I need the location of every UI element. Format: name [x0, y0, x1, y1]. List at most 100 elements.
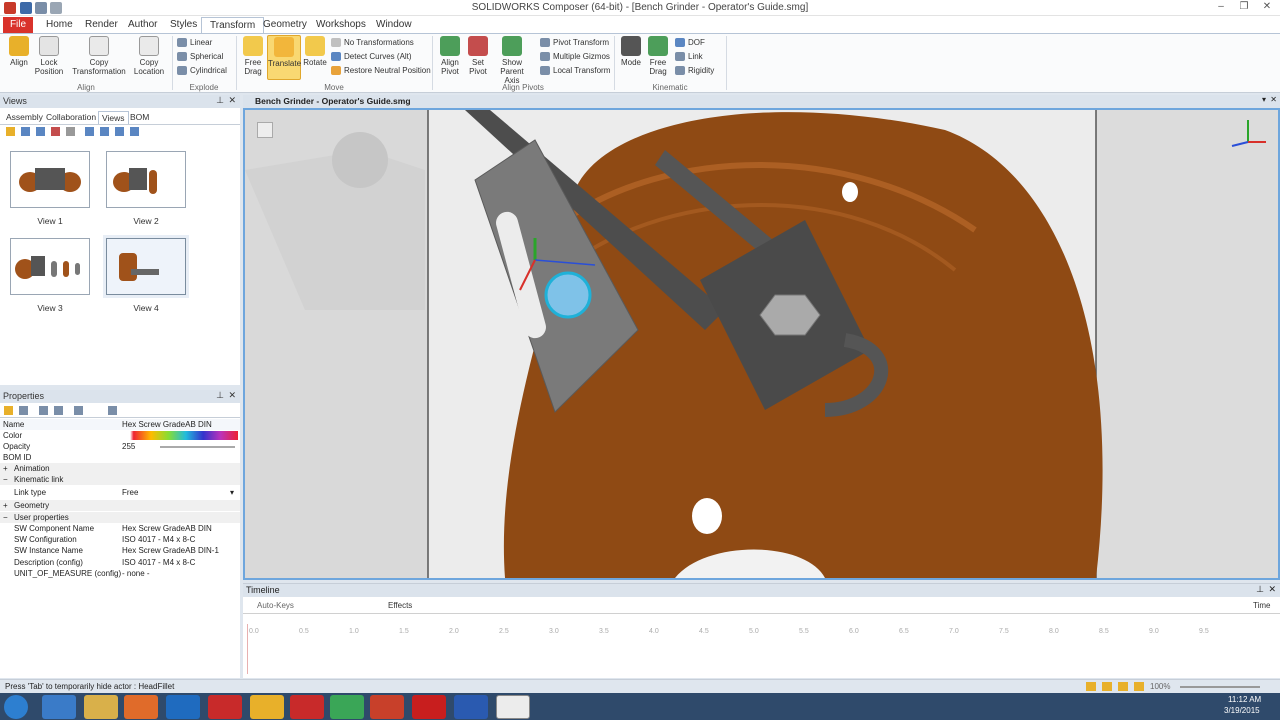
lock-position-button[interactable]: Lock Position [33, 36, 65, 76]
zoom-slider[interactable] [1180, 686, 1260, 688]
panel-close-icon[interactable]: ✕ [1268, 584, 1276, 595]
prop-row[interactable]: SW Configuration ISO 4017 - M4 x 8-C [0, 534, 240, 545]
local-transform-button[interactable]: Local Transform [540, 65, 610, 77]
collapse-icon[interactable] [54, 406, 63, 415]
restore-neutral-button[interactable]: Restore Neutral Position [331, 65, 431, 77]
document-tab[interactable]: Bench Grinder - Operator's Guide.smg [255, 96, 411, 106]
tab-collaboration[interactable]: Collaboration [43, 111, 99, 123]
prop-category-user[interactable]: − User properties [0, 512, 240, 523]
dof-button[interactable]: DOF [675, 37, 705, 49]
tab-render[interactable]: Render [77, 17, 126, 33]
prop-row-link-type[interactable]: Link type Free ▾ [0, 487, 240, 498]
composer-active-taskbar-icon[interactable] [496, 695, 530, 719]
pivot-transform-button[interactable]: Pivot Transform [540, 37, 609, 49]
clock-date[interactable]: 3/19/2015 [1224, 706, 1260, 715]
rotate-button[interactable]: Rotate [302, 36, 328, 67]
word-taskbar-icon[interactable] [454, 695, 488, 719]
align-pivot-button[interactable]: Align Pivot [436, 36, 464, 76]
clock-time[interactable]: 11:12 AM [1228, 695, 1261, 704]
close-icon[interactable]: ✕ [1256, 1, 1278, 15]
composer-taskbar-icon[interactable] [250, 695, 284, 719]
explorer-taskbar-icon[interactable] [84, 695, 118, 719]
sw-app-taskbar-icon[interactable] [290, 695, 324, 719]
view-thumbnail-4[interactable] [106, 238, 186, 295]
prop-row-color[interactable]: Color [0, 430, 240, 441]
refresh-view-icon[interactable] [36, 127, 45, 136]
tab-workshops[interactable]: Workshops [308, 17, 374, 33]
chrome-taskbar-icon[interactable] [330, 695, 364, 719]
opacity-slider[interactable] [160, 446, 235, 448]
status-tool-icon[interactable] [1134, 682, 1144, 691]
restore-icon[interactable]: ❐ [1233, 1, 1255, 15]
categorized-icon[interactable] [4, 406, 13, 415]
status-tool-icon[interactable] [1102, 682, 1112, 691]
expand-icon[interactable]: + [3, 500, 8, 511]
filter-icon[interactable] [74, 406, 83, 415]
view-thumbnail-1[interactable] [10, 151, 90, 208]
pin-icon[interactable]: ⊥ [216, 95, 224, 106]
view-thumbnail-2[interactable] [106, 151, 186, 208]
selected-hex-screw[interactable] [544, 271, 592, 319]
viewport-menu-icon[interactable] [257, 122, 273, 138]
tab-home[interactable]: Home [38, 17, 81, 33]
tab-styles[interactable]: Styles [162, 17, 205, 33]
time-button[interactable]: Time [1253, 601, 1270, 610]
doc-close-icon[interactable]: ✕ [1270, 95, 1277, 104]
free-drag-button[interactable]: Free Drag [240, 36, 266, 76]
start-button[interactable] [4, 695, 28, 719]
new-view-icon[interactable] [6, 127, 15, 136]
link-type-select[interactable]: Free [122, 487, 138, 498]
powerpoint-taskbar-icon[interactable] [370, 695, 404, 719]
show-parent-axis-button[interactable]: Show Parent Axis [492, 36, 532, 85]
align-button[interactable]: Align [5, 36, 33, 67]
timeline-ruler[interactable]: 0.0 0.5 1.0 1.5 2.0 2.5 3.0 3.5 4.0 4.5 5.0 5.5 6.0 6… [243, 628, 1280, 640]
timeline-cursor[interactable] [247, 624, 248, 674]
status-tool-icon[interactable] [1118, 682, 1128, 691]
view-option-1-icon[interactable] [85, 127, 94, 136]
outlook-taskbar-icon[interactable] [166, 695, 200, 719]
media-taskbar-icon[interactable] [124, 695, 158, 719]
prop-row[interactable]: SW Component Name Hex Screw GradeAB DIN [0, 523, 240, 534]
cylindrical-button[interactable]: Cylindrical [177, 65, 227, 77]
expand-icon[interactable] [39, 406, 48, 415]
set-pivot-button[interactable]: Set Pivot [464, 36, 492, 76]
prop-row-name[interactable]: Name Hex Screw GradeAB DIN [0, 419, 240, 430]
spherical-button[interactable]: Spherical [177, 51, 223, 63]
tab-views[interactable]: Views [98, 111, 129, 124]
doc-menu-icon[interactable]: ▾ [1262, 95, 1266, 104]
edit-view-icon[interactable] [66, 127, 75, 136]
prop-row[interactable]: UNIT_OF_MEASURE (config) - none - [0, 568, 240, 579]
no-transformations-button[interactable]: No Transformations [331, 37, 414, 49]
settings-icon[interactable] [108, 406, 117, 415]
linear-button[interactable]: Linear [177, 37, 212, 49]
effects-button[interactable]: Effects [388, 601, 412, 610]
ie-taskbar-icon[interactable] [42, 695, 76, 719]
pin-icon[interactable]: ⊥ [1256, 584, 1264, 595]
tab-window[interactable]: Window [368, 17, 420, 33]
panel-close-icon[interactable]: ✕ [228, 95, 236, 106]
minimize-icon[interactable]: – [1210, 1, 1232, 15]
prop-row-bom-id[interactable]: BOM ID [0, 452, 240, 463]
prop-category-kinematic[interactable]: − Kinematic link [0, 474, 240, 485]
auto-keys-button[interactable]: Auto-Keys [257, 601, 294, 610]
copy-location-button[interactable]: Copy Location [130, 36, 168, 76]
mode-button[interactable]: Mode [618, 36, 644, 67]
tab-assembly[interactable]: Assembly [3, 111, 46, 123]
collapse-icon[interactable]: − [3, 474, 8, 485]
view-thumbnail-3[interactable] [10, 238, 90, 295]
view-option-4-icon[interactable] [130, 127, 139, 136]
view-option-3-icon[interactable] [115, 127, 124, 136]
axis-triad-icon[interactable] [1226, 114, 1270, 150]
delete-view-icon[interactable] [51, 127, 60, 136]
tab-bom[interactable]: BOM [127, 111, 152, 123]
view-option-2-icon[interactable] [100, 127, 109, 136]
prop-row[interactable]: SW Instance Name Hex Screw GradeAB DIN-1 [0, 545, 240, 556]
rigidity-button[interactable]: Rigidity [675, 65, 714, 77]
collapse-icon[interactable]: − [3, 512, 8, 523]
prop-category-geometry[interactable]: + Geometry [0, 500, 240, 511]
expand-icon[interactable]: + [3, 463, 8, 474]
link-button[interactable]: Link [675, 51, 703, 63]
status-tool-icon[interactable] [1086, 682, 1096, 691]
tab-file[interactable]: File [3, 17, 33, 33]
panel-close-icon[interactable]: ✕ [228, 390, 236, 401]
